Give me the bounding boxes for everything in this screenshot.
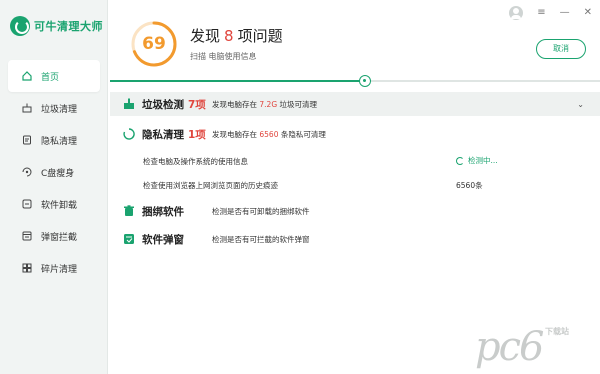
- minimize-icon[interactable]: —: [560, 6, 570, 20]
- uninstall-icon: [22, 199, 32, 209]
- category-count: 7项: [188, 98, 206, 111]
- category-title: 隐私清理 1项: [142, 127, 206, 142]
- scan-status: 扫描 电脑使用信息: [190, 52, 257, 61]
- sidebar-item-label: 碎片清理: [41, 264, 78, 275]
- sidebar-nav: 首页 垃圾清理 隐私清理 C盘瘦身 软件卸载 弹窗拦截 碎片清理: [0, 60, 108, 284]
- privacy-item-status: 检测中...: [456, 155, 498, 166]
- broom-icon: [22, 103, 32, 113]
- sidebar-item-c-drive-slim[interactable]: C盘瘦身: [0, 156, 108, 188]
- home-icon: [22, 71, 32, 81]
- chevron-down-icon[interactable]: ⌄: [577, 100, 584, 109]
- category-title: 垃圾检测 7项: [142, 97, 206, 112]
- title-prefix: 发现: [190, 27, 221, 45]
- score-ring: 69: [130, 20, 178, 68]
- watermark-logo: pc6: [475, 324, 544, 370]
- broom-icon: [123, 98, 135, 110]
- fragment-icon: [22, 263, 32, 273]
- desc-highlight: 6560: [259, 129, 279, 139]
- sidebar-item-popup-block[interactable]: 弹窗拦截: [0, 220, 108, 252]
- page-title: 发现 8 项问题: [190, 25, 283, 46]
- trash-icon: [123, 205, 135, 217]
- category-title-text: 垃圾检测: [142, 98, 184, 111]
- close-icon[interactable]: ✕: [584, 6, 592, 20]
- issue-count: 8: [224, 27, 234, 45]
- category-title: 软件弹窗: [142, 233, 184, 246]
- category-desc: 检测是否有可拦截的软件弹窗: [212, 234, 310, 244]
- logo-icon: [10, 16, 30, 36]
- sidebar-item-label: 首页: [41, 72, 60, 83]
- sidebar-item-fragment-clean[interactable]: 碎片清理: [0, 252, 108, 284]
- sidebar-item-privacy-clean[interactable]: 隐私清理: [0, 124, 108, 156]
- score-value: 69: [142, 34, 166, 54]
- desc-text: 垃圾可清理: [279, 99, 318, 109]
- category-title-text: 隐私清理: [142, 128, 184, 141]
- sidebar-item-junk-clean[interactable]: 垃圾清理: [0, 92, 108, 124]
- spinner-icon: [456, 156, 464, 165]
- sidebar-item-home[interactable]: 首页: [8, 60, 100, 92]
- scan-progress: [110, 75, 600, 87]
- scan-progress-knob-icon: [358, 75, 371, 87]
- sidebar-item-label: C盘瘦身: [41, 168, 75, 179]
- sidebar-item-uninstall[interactable]: 软件卸载: [0, 188, 108, 220]
- sidebar-item-label: 弹窗拦截: [41, 232, 78, 243]
- desc-text: 发现电脑存在: [212, 129, 257, 139]
- desc-text: 条隐私可清理: [280, 129, 326, 139]
- loading-icon: [123, 128, 135, 140]
- category-row-bundled[interactable]: 捆绑软件 检测是否有可卸载的捆绑软件: [110, 199, 600, 223]
- scan-progress-fill: [110, 80, 365, 82]
- privacy-item-value: 6560条: [456, 181, 483, 190]
- app-logo: 可牛清理大师: [10, 16, 103, 36]
- app-name: 可牛清理大师: [34, 20, 103, 33]
- privacy-item-label: 检查使用浏览器上网浏览页面的历史痕迹: [143, 181, 278, 190]
- desc-text: 发现电脑存在: [212, 99, 257, 109]
- category-count: 1项: [188, 128, 206, 141]
- cancel-button[interactable]: 取消: [536, 39, 586, 59]
- desc-highlight: 7.2G: [259, 99, 278, 109]
- category-desc: 发现电脑存在 7.2G 垃圾可清理: [212, 99, 317, 110]
- watermark-text: 下载站: [545, 327, 569, 336]
- popup-icon: [22, 231, 32, 241]
- privacy-item-label: 检查电脑及操作系统的使用信息: [143, 157, 248, 166]
- privacy-icon: [22, 135, 32, 145]
- sidebar-item-label: 软件卸载: [41, 200, 78, 211]
- title-suffix: 项问题: [237, 27, 283, 45]
- category-desc: 检测是否有可卸载的捆绑软件: [212, 206, 310, 216]
- disk-icon: [22, 167, 32, 177]
- menu-icon[interactable]: ≡: [537, 6, 545, 20]
- category-row-junk[interactable]: 垃圾检测 7项 发现电脑存在 7.2G 垃圾可清理 ⌄: [110, 92, 600, 116]
- popup-icon: [123, 233, 135, 245]
- category-title: 捆绑软件: [142, 205, 184, 218]
- sidebar-item-label: 隐私清理: [41, 136, 78, 147]
- status-text: 检测中...: [468, 156, 498, 165]
- category-row-popup[interactable]: 软件弹窗 检测是否有可拦截的软件弹窗: [110, 227, 600, 251]
- watermark: pc6 下载站: [475, 320, 595, 370]
- avatar[interactable]: [509, 6, 524, 20]
- category-desc: 发现电脑存在 6560 条隐私可清理: [212, 129, 326, 140]
- sidebar-item-label: 垃圾清理: [41, 104, 78, 115]
- category-row-privacy[interactable]: 隐私清理 1项 发现电脑存在 6560 条隐私可清理: [110, 122, 600, 146]
- sidebar: 可牛清理大师 首页 垃圾清理 隐私清理 C盘瘦身 软件卸载 弹窗拦截 碎片清理: [0, 0, 108, 374]
- window-controls: ≡ — ✕: [509, 6, 592, 20]
